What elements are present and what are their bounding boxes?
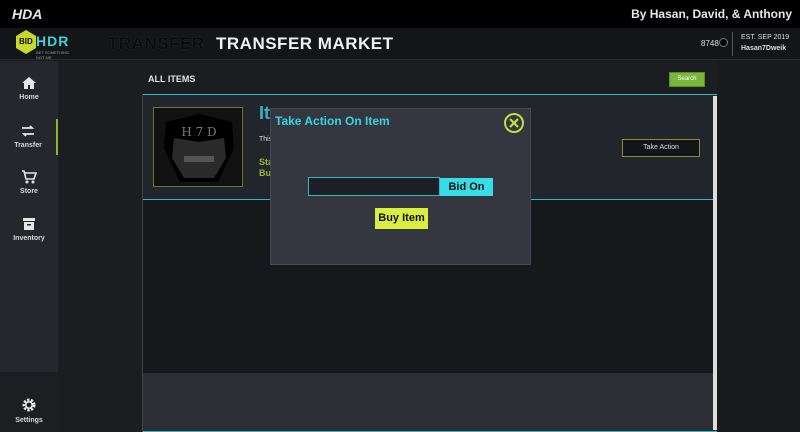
page-title: TRANSFER MARKET [216,34,394,53]
item-title: It [259,103,270,123]
close-icon [509,118,519,128]
authors-text: By Hasan, David, & Anthony [631,7,792,21]
sidebar-item-label: Inventory [13,235,45,242]
bid-amount-input[interactable] [308,177,440,196]
coin-icon [719,38,728,47]
item-thumbnail: H 7 D [153,107,243,187]
home-icon [22,77,36,89]
logo-bid-text: BID [19,37,33,46]
top-header: BID HDR BET SOMETHING NOT ME TRANSFER TR… [0,28,800,60]
gear-icon [22,398,36,412]
breadcrumb-section[interactable]: TRANSFER [108,34,205,54]
window-titlebar: HDA By Hasan, David, & Anthony [0,0,800,28]
archive-icon [23,218,35,230]
thumbnail-text: H 7 D [181,125,216,139]
logo-tagline: BET SOMETHING NOT ME [36,50,70,60]
close-button[interactable] [504,113,524,133]
section-title: ALL ITEMS [148,74,196,84]
bearded-face-icon: H 7 D [164,114,234,182]
bid-on-button[interactable]: Bid On [440,178,493,196]
take-action-modal: Take Action On Item Bid On Buy Item [270,108,531,265]
panel-scrollbar[interactable] [713,96,717,430]
sidebar-item-label: Transfer [14,142,42,149]
search-button[interactable]: Search [669,72,705,87]
take-action-button[interactable]: Take Action [622,139,700,157]
sidebar-item-inventory[interactable]: Inventory [0,216,58,260]
sidebar-item-settings[interactable]: Settings [0,372,58,432]
bidhdr-logo[interactable]: BID HDR BET SOMETHING NOT ME [16,30,70,60]
buy-item-button[interactable]: Buy Item [375,208,428,229]
established-text: EST. SEP 2019 [741,34,790,41]
header-divider [732,32,733,56]
app-name: HDA [12,6,43,22]
right-gutter [717,61,800,432]
modal-title: Take Action On Item [275,114,390,128]
sidebar: Home Transfer Store Inventory Settings [0,61,58,432]
settings-label: Settings [15,417,43,424]
sidebar-item-label: Store [20,188,38,195]
sidebar-item-label: Home [19,94,39,101]
logo-hdr-text: HDR [36,33,70,49]
cart-icon [22,170,37,184]
sidebar-item-store[interactable]: Store [0,169,58,213]
coin-balance: 8748 [701,39,719,48]
sidebar-item-transfer[interactable]: Transfer [0,119,58,155]
sidebar-item-home[interactable]: Home [0,75,58,119]
transfer-icon [21,125,35,137]
panel-footer-band [143,373,713,431]
username[interactable]: Hasan7Dweik [741,45,786,52]
